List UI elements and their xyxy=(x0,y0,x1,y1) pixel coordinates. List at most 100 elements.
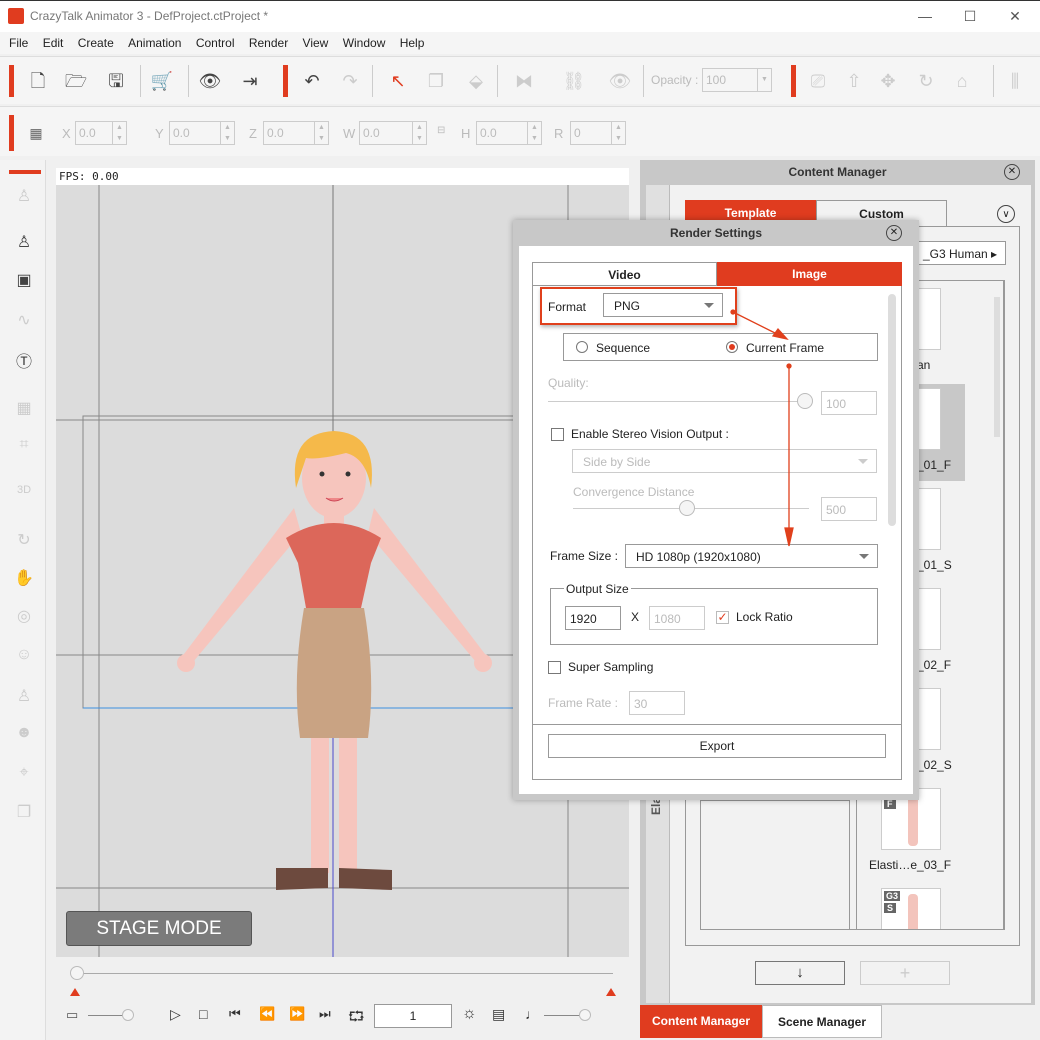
range-end-marker[interactable] xyxy=(606,988,616,996)
puppet-icon[interactable]: ✋ xyxy=(12,568,36,592)
expand-chevron-icon[interactable]: ∨ xyxy=(997,205,1015,223)
previous-frame-icon[interactable]: ⏪ xyxy=(259,1006,275,1022)
volume-slider-knob[interactable] xyxy=(579,1009,591,1021)
link-icon[interactable]: ⛓ xyxy=(562,69,586,93)
audio-wave-icon[interactable]: ∿ xyxy=(12,310,36,334)
r-field[interactable]: 0 ▲ ▼ xyxy=(570,121,626,145)
menu-control[interactable]: Control xyxy=(187,32,235,50)
speed-slider-knob[interactable] xyxy=(122,1009,134,1021)
tab-content-manager[interactable]: Content Manager xyxy=(640,1005,762,1038)
x-stepper[interactable]: ▲ ▼ xyxy=(112,122,126,144)
move-up-icon[interactable]: ⇧ xyxy=(842,69,866,93)
duplicate-icon[interactable]: ❐ xyxy=(424,69,448,93)
actor-icon[interactable]: ♙ xyxy=(12,232,36,256)
last-frame-icon[interactable]: ⏭ xyxy=(319,1006,331,1022)
loop-icon[interactable]: ⮔ xyxy=(348,1006,365,1030)
close-dialog-icon[interactable]: ✕ xyxy=(886,225,902,241)
new-file-icon[interactable]: 🗋 xyxy=(26,69,50,93)
composer-icon[interactable]: ⌗ xyxy=(12,436,36,460)
menu-help[interactable]: Help xyxy=(391,32,425,50)
toolbar-grip[interactable] xyxy=(9,115,14,151)
toolbar-grip[interactable] xyxy=(9,65,14,97)
h-stepper[interactable]: ▲ ▼ xyxy=(527,122,541,144)
y-stepper[interactable]: ▲ ▼ xyxy=(220,122,234,144)
undo-icon[interactable]: ↶ xyxy=(300,69,324,93)
maximize-button[interactable]: ☐ xyxy=(950,5,990,27)
menu-window[interactable]: Window xyxy=(334,32,386,50)
open-folder-icon[interactable]: 🗁 xyxy=(64,69,88,93)
y-field[interactable]: 0.0 ▲ ▼ xyxy=(169,121,235,145)
menu-edit[interactable]: Edit xyxy=(34,32,64,50)
first-frame-icon[interactable]: ⏮ xyxy=(229,1006,241,1022)
music-note-icon[interactable]: ♩ xyxy=(525,1006,539,1022)
rotate-icon[interactable]: ↻ xyxy=(914,69,938,93)
camera-icon[interactable]: ⎚ xyxy=(806,69,830,93)
download-button[interactable]: ↓ xyxy=(755,961,845,985)
cart-icon[interactable]: 🛒 xyxy=(150,69,174,93)
export-icon[interactable]: ⇥ xyxy=(238,69,262,93)
subtitle-icon[interactable]: ▭ xyxy=(66,1007,78,1023)
w-stepper[interactable]: ▲ ▼ xyxy=(412,122,426,144)
volume-slider[interactable] xyxy=(544,1015,584,1016)
add-button[interactable]: + xyxy=(860,961,950,985)
h-field[interactable]: 0.0 ▲ ▼ xyxy=(476,121,542,145)
character-icon[interactable]: ♙ xyxy=(12,186,36,210)
motion-icon[interactable]: ↻ xyxy=(12,530,36,554)
opacity-field[interactable]: 100 ▼ xyxy=(702,68,772,92)
menu-render[interactable]: Render xyxy=(240,32,288,50)
head-icon[interactable]: ☻ xyxy=(12,724,36,748)
preview-icon[interactable]: 👁 xyxy=(198,69,222,93)
home-icon[interactable]: ⌂ xyxy=(950,69,974,93)
tab-scene-manager[interactable]: Scene Manager xyxy=(762,1005,882,1038)
folder-path[interactable]: _G3 Human ▸ xyxy=(916,241,1006,265)
face-icon[interactable]: ☺ xyxy=(12,646,36,670)
menu-file[interactable]: File xyxy=(0,32,28,50)
timeline-playhead[interactable] xyxy=(70,966,84,980)
close-button[interactable]: ✕ xyxy=(995,5,1035,27)
x-field[interactable]: 0.0 ▲ ▼ xyxy=(75,121,127,145)
move-icon[interactable]: ✥ xyxy=(876,69,900,93)
toolbar-grip[interactable] xyxy=(283,65,288,97)
layers-icon[interactable]: ⫼ xyxy=(1003,69,1027,93)
scene-media-icon[interactable]: ▣ xyxy=(12,270,36,294)
camera-record-icon[interactable]: ◎ xyxy=(12,606,36,630)
pose-icon[interactable]: ♙ xyxy=(12,686,36,710)
folder-tree[interactable] xyxy=(700,800,850,930)
layer-icon[interactable]: ❐ xyxy=(12,802,36,826)
text-icon[interactable]: Ⓣ xyxy=(12,348,36,372)
menu-view[interactable]: View xyxy=(294,32,329,50)
z-field[interactable]: 0.0 ▲ ▼ xyxy=(263,121,329,145)
sprite-icon[interactable]: ▦ xyxy=(12,398,36,422)
next-frame-icon[interactable]: ⏩ xyxy=(289,1006,305,1022)
flip-icon[interactable]: ⧓ xyxy=(512,69,536,93)
visibility-eye-icon[interactable]: 👁 xyxy=(608,69,632,93)
link-ratio-icon[interactable]: ⊟ xyxy=(437,125,445,136)
select-arrow-icon[interactable]: ↖ xyxy=(386,69,410,93)
toolbar-grip[interactable] xyxy=(791,65,796,97)
close-panel-icon[interactable]: ✕ xyxy=(1004,164,1020,180)
menu-create[interactable]: Create xyxy=(69,32,114,50)
bone-edit-icon[interactable]: ⌖ xyxy=(12,764,36,788)
scrollbar[interactable] xyxy=(994,297,1000,437)
stage-mode-button[interactable]: STAGE MODE xyxy=(66,911,252,946)
r-stepper[interactable]: ▲ ▼ xyxy=(611,122,625,144)
z-stepper[interactable]: ▲ ▼ xyxy=(314,122,328,144)
stop-icon[interactable]: □ xyxy=(199,1006,207,1022)
current-frame-field[interactable]: 1 xyxy=(374,1004,452,1028)
play-icon[interactable]: ▷ xyxy=(170,1006,181,1023)
3d-icon[interactable]: 3D xyxy=(12,484,36,508)
anchor-grid-icon[interactable]: ▦ xyxy=(24,121,48,145)
item-thumbnail[interactable]: G3 S xyxy=(881,888,941,929)
minimize-button[interactable]: — xyxy=(905,5,945,27)
timeline-icon[interactable]: ▤ xyxy=(492,1006,505,1023)
redo-icon[interactable]: ↷ xyxy=(338,69,362,93)
toolbar-grip[interactable] xyxy=(9,170,41,174)
w-field[interactable]: 0.0 ▲ ▼ xyxy=(359,121,427,145)
save-icon[interactable]: 🖫 xyxy=(104,69,128,93)
fill-icon[interactable]: ⬙ xyxy=(464,69,488,93)
range-start-marker[interactable] xyxy=(70,988,80,996)
brightness-icon[interactable]: ☼ xyxy=(462,1005,477,1023)
timeline-track[interactable] xyxy=(76,973,613,974)
menu-animation[interactable]: Animation xyxy=(119,32,181,50)
dropdown-arrow-icon[interactable]: ▼ xyxy=(757,69,771,91)
